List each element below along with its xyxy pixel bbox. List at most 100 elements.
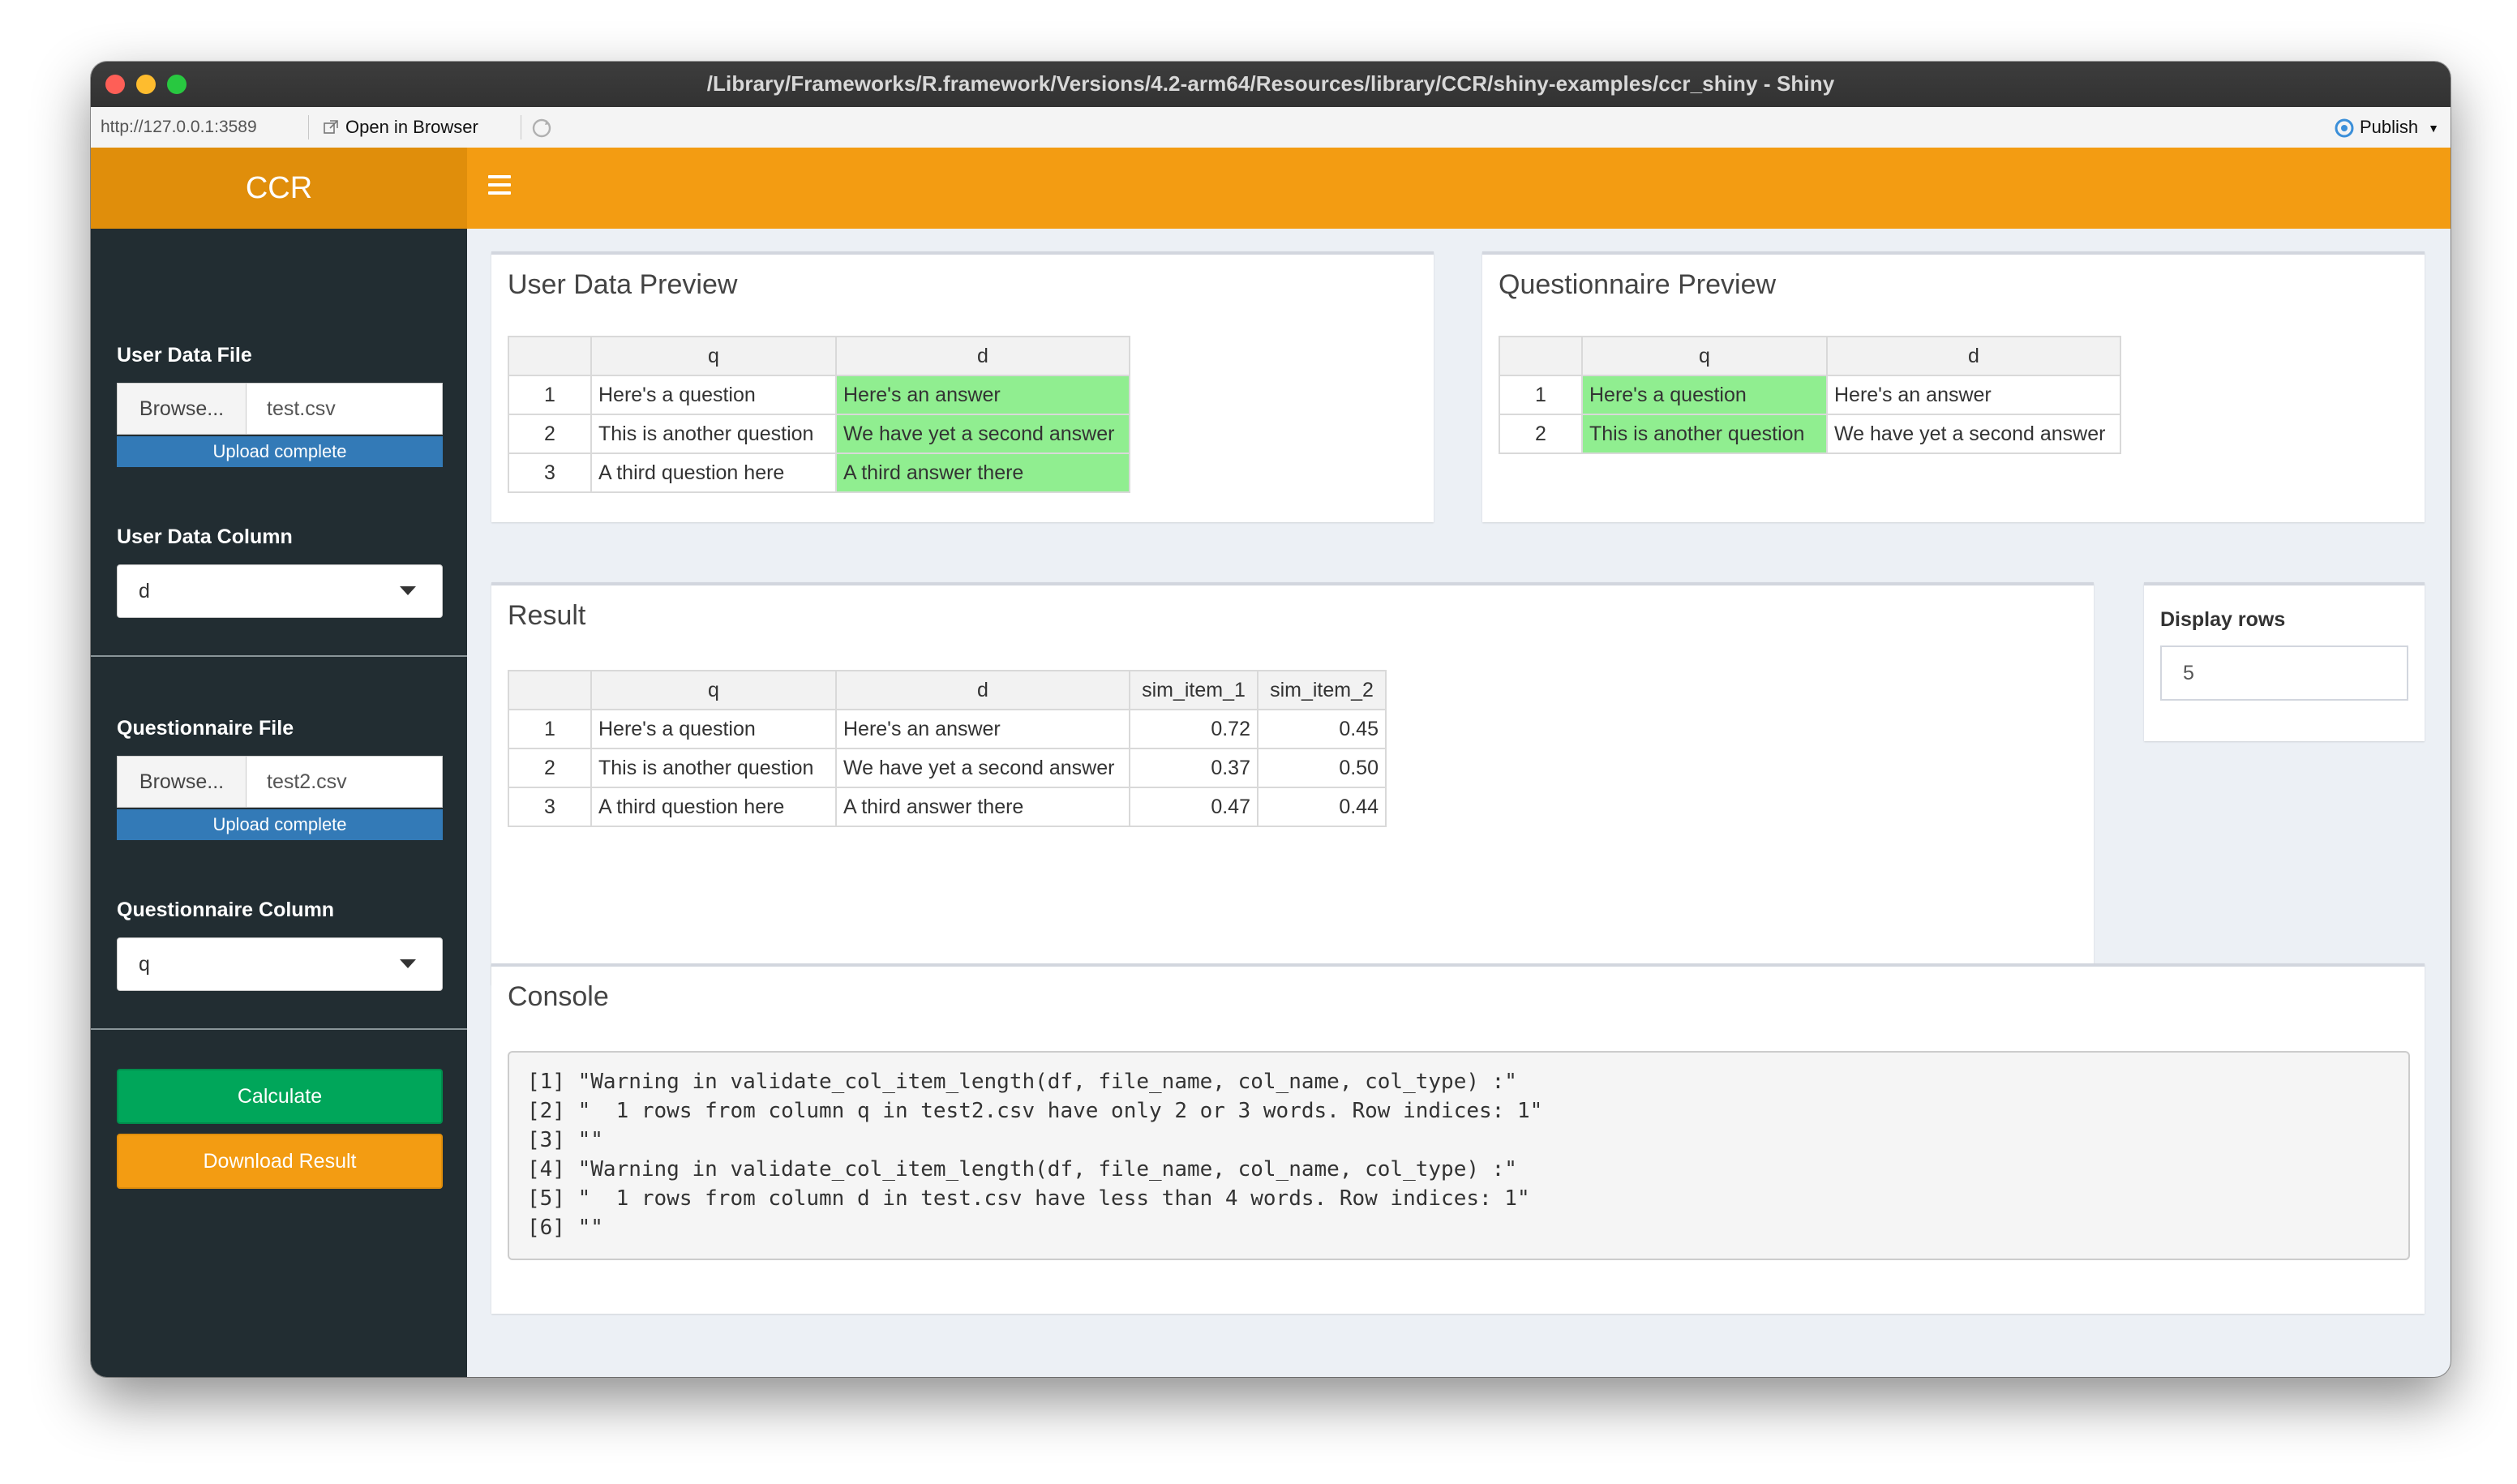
app-logo[interactable]: CCR — [91, 148, 467, 229]
console-line: [3] "" — [527, 1128, 603, 1152]
user-data-preview-table: q d 1 Here's a question Here's an answer… — [508, 336, 1130, 493]
questionnaire-preview-title: Questionnaire Preview — [1499, 269, 1777, 300]
chevron-down-icon — [400, 959, 416, 968]
open-in-browser-button[interactable]: Open in Browser — [323, 117, 478, 138]
table-cell: 0.50 — [1257, 748, 1387, 788]
url-display: http://127.0.0.1:3589 — [101, 118, 257, 136]
table-cell: A third question here — [590, 787, 837, 827]
user-data-column-label: User Data Column — [117, 525, 293, 548]
viewer-toolbar: http://127.0.0.1:3589 Open in Browser Pu… — [91, 107, 2451, 148]
questionnaire-file-label: Questionnaire File — [117, 717, 294, 740]
user-data-preview-title: User Data Preview — [508, 269, 738, 300]
table-row: 1 Here's a question Here's an answer — [508, 375, 1130, 415]
column-header — [1499, 336, 1583, 376]
table-cell: Here's an answer — [835, 375, 1130, 415]
table-cell: This is another question — [1581, 414, 1828, 454]
user-data-filename: test.csv — [267, 397, 336, 420]
questionnaire-preview-box: Questionnaire Preview q d 1 Here's a que… — [1482, 251, 2425, 522]
table-header-row: q d — [508, 336, 1130, 376]
table-cell: 0.47 — [1129, 787, 1258, 827]
questionnaire-column-label: Questionnaire Column — [117, 899, 335, 921]
app-header — [467, 148, 2451, 229]
table-cell: We have yet a second answer — [1826, 414, 2121, 454]
questionnaire-column-select[interactable]: q — [117, 937, 443, 991]
user-data-browse-button[interactable]: Browse... — [118, 384, 247, 434]
display-rows-input[interactable]: 5 — [2160, 645, 2408, 701]
table-row: 3 A third question here A third answer t… — [508, 787, 1387, 827]
column-header: q — [590, 670, 837, 710]
result-box: Result q d sim_item_1 sim_item_2 1 Here'… — [491, 582, 2094, 984]
questionnaire-browse-button[interactable]: Browse... — [118, 757, 247, 807]
sidebar-divider — [91, 1028, 467, 1030]
result-table: q d sim_item_1 sim_item_2 1 Here's a que… — [508, 670, 1387, 827]
title-bar: /Library/Frameworks/R.framework/Versions… — [91, 62, 2451, 108]
table-cell: A third question here — [590, 452, 837, 493]
app-window: /Library/Frameworks/R.framework/Versions… — [91, 62, 2451, 1377]
chevron-down-icon — [400, 586, 416, 595]
table-cell: Here's a question — [1581, 375, 1828, 415]
toolbar-divider — [308, 115, 309, 139]
publish-label: Publish — [2359, 117, 2419, 137]
refresh-icon[interactable] — [530, 117, 553, 139]
column-header: q — [590, 336, 837, 376]
user-data-column-select[interactable]: d — [117, 564, 443, 618]
column-header: sim_item_1 — [1129, 670, 1258, 710]
user-data-upload-progress: Upload complete — [117, 436, 443, 467]
column-header — [508, 670, 592, 710]
publish-button[interactable]: Publish ▼ — [2334, 117, 2439, 139]
console-output: [1] "Warning in validate_col_item_length… — [508, 1051, 2410, 1260]
table-cell: A third answer there — [835, 452, 1130, 493]
console-title: Console — [508, 981, 609, 1012]
table-header-row: q d sim_item_1 sim_item_2 — [508, 670, 1387, 710]
external-link-icon — [324, 120, 338, 134]
table-cell: 0.44 — [1257, 787, 1387, 827]
column-header: q — [1581, 336, 1828, 376]
column-header: sim_item_2 — [1257, 670, 1387, 710]
row-index: 1 — [508, 709, 592, 749]
sidebar-toggle-icon[interactable] — [488, 175, 511, 199]
calculate-button[interactable]: Calculate — [117, 1069, 443, 1124]
row-index: 2 — [508, 748, 592, 788]
row-index: 1 — [508, 375, 592, 415]
questionnaire-file-input[interactable]: Browse... test2.csv — [117, 756, 443, 808]
table-cell: Here's an answer — [1826, 375, 2121, 415]
open-in-browser-label: Open in Browser — [345, 117, 478, 137]
table-cell: 0.72 — [1129, 709, 1258, 749]
table-cell: Here's a question — [590, 709, 837, 749]
column-header — [508, 336, 592, 376]
table-cell: Here's a question — [590, 375, 837, 415]
questionnaire-upload-progress: Upload complete — [117, 809, 443, 840]
user-data-file-label: User Data File — [117, 344, 252, 367]
table-row: 2 This is another question We have yet a… — [508, 748, 1387, 788]
table-cell: We have yet a second answer — [835, 414, 1130, 454]
row-index: 1 — [1499, 375, 1583, 415]
column-header: d — [835, 670, 1130, 710]
table-cell: We have yet a second answer — [835, 748, 1130, 788]
console-line: [2] " 1 rows from column q in test2.csv … — [527, 1099, 1543, 1123]
chevron-down-icon: ▼ — [2428, 122, 2439, 135]
console-line: [4] "Warning in validate_col_item_length… — [527, 1157, 1517, 1182]
sidebar: User Data File Browse... test.csv Upload… — [91, 229, 467, 1377]
table-row: 2 This is another question We have yet a… — [508, 414, 1130, 454]
publish-icon — [2335, 118, 2354, 138]
table-header-row: q d — [1499, 336, 2121, 376]
table-cell: Here's an answer — [835, 709, 1130, 749]
console-line: [5] " 1 rows from column d in test.csv h… — [527, 1186, 1530, 1211]
table-cell: This is another question — [590, 748, 837, 788]
window-title: /Library/Frameworks/R.framework/Versions… — [706, 71, 1835, 96]
display-rows-label: Display rows — [2160, 608, 2286, 631]
table-cell: 0.45 — [1257, 709, 1387, 749]
column-header: d — [1826, 336, 2121, 376]
table-row: 3 A third question here A third answer t… — [508, 452, 1130, 493]
row-index: 3 — [508, 787, 592, 827]
table-row: 1 Here's a question Here's an answer 0.7… — [508, 709, 1387, 749]
questionnaire-preview-table: q d 1 Here's a question Here's an answer… — [1499, 336, 2121, 454]
table-row: 2 This is another question We have yet a… — [1499, 414, 2121, 454]
user-data-file-input[interactable]: Browse... test.csv — [117, 383, 443, 435]
user-data-column-value: d — [139, 580, 150, 603]
sidebar-divider — [91, 655, 467, 657]
questionnaire-column-value: q — [139, 953, 150, 976]
display-rows-box: Display rows 5 — [2144, 582, 2425, 741]
download-result-button[interactable]: Download Result — [117, 1134, 443, 1189]
result-title: Result — [508, 600, 586, 631]
